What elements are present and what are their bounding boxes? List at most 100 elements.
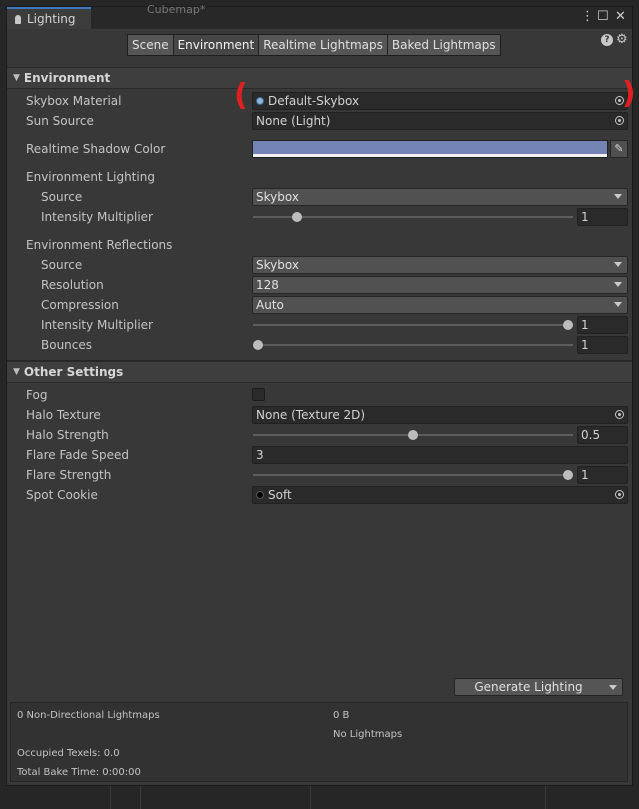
sun-source-field[interactable]: None (Light) — [252, 112, 628, 130]
tab-realtime-lightmaps[interactable]: Realtime Lightmaps — [259, 35, 388, 55]
lighting-intensity-input[interactable]: 1 — [577, 208, 628, 226]
sun-source-label: Sun Source — [26, 114, 94, 128]
foldout-arrow-icon: ▼ — [13, 73, 20, 83]
chevron-down-icon — [614, 302, 622, 307]
reflections-intensity-label: Intensity Multiplier — [41, 318, 153, 332]
spot-cookie-field[interactable]: Soft — [252, 486, 628, 504]
skybox-material-value: Default-Skybox — [268, 94, 360, 108]
tab-scene[interactable]: Scene — [128, 35, 174, 55]
lighting-window-tab[interactable]: Lighting — [7, 7, 91, 29]
flare-fade-speed-value: 3 — [256, 448, 264, 462]
annotation-right-mark: ) — [622, 76, 636, 111]
flare-strength-label: Flare Strength — [26, 468, 112, 482]
lightbulb-icon — [15, 14, 21, 24]
background-tab-label: Cubemap* — [147, 3, 206, 16]
annotation-left-mark: ( — [234, 78, 248, 113]
flare-fade-speed-input[interactable]: 3 — [252, 446, 628, 464]
compression-dropdown[interactable]: Auto — [252, 296, 628, 314]
halo-strength-label: Halo Strength — [26, 428, 109, 442]
gear-icon[interactable]: ⚙ — [616, 32, 628, 47]
spot-cookie-label: Spot Cookie — [26, 488, 98, 502]
generate-lighting-label: Generate Lighting — [474, 680, 583, 694]
compression-label: Compression — [41, 298, 119, 312]
lighting-intensity-handle[interactable] — [291, 212, 302, 222]
halo-texture-label: Halo Texture — [26, 408, 101, 422]
other-settings-section-header[interactable]: ▼ Other Settings — [7, 361, 632, 383]
window-title: Lighting — [27, 12, 76, 26]
color-swatch — [253, 141, 607, 154]
bounces-label: Bounces — [41, 338, 93, 352]
resolution-dropdown[interactable]: 128 — [252, 276, 628, 294]
lighting-tab-strip: Scene Environment Realtime Lightmaps Bak… — [127, 34, 501, 56]
non-directional-lightmaps-text: 0 Non-Directional Lightmaps — [17, 710, 160, 721]
reflections-source-value: Skybox — [256, 258, 299, 272]
foldout-arrow-icon: ▼ — [13, 367, 20, 377]
halo-strength-input[interactable]: 0.5 — [577, 426, 628, 444]
flare-fade-speed-label: Flare Fade Speed — [26, 448, 130, 462]
object-picker-icon[interactable] — [615, 490, 624, 499]
skybox-material-field[interactable]: Default-Skybox — [252, 92, 628, 110]
reflections-intensity-input[interactable]: 1 — [577, 316, 628, 334]
skybox-material-label: Skybox Material — [26, 94, 122, 108]
lighting-intensity-value: 1 — [581, 210, 589, 224]
maximize-icon[interactable]: ☐ — [597, 9, 609, 24]
fog-checkbox[interactable] — [252, 388, 265, 401]
reflections-intensity-slider[interactable] — [253, 324, 573, 326]
no-lightmaps-text: No Lightmaps — [333, 729, 403, 740]
section-title: Other Settings — [23, 365, 124, 379]
lighting-source-value: Skybox — [256, 190, 299, 204]
close-icon[interactable]: ✕ — [615, 9, 626, 24]
window-tab-bar: Lighting Cubemap* ⋮ ☐ ✕ — [7, 3, 632, 29]
bounces-slider[interactable] — [253, 344, 573, 346]
lighting-intensity-label: Intensity Multiplier — [41, 210, 153, 224]
reflections-source-label: Source — [41, 258, 83, 272]
kebab-menu-icon[interactable]: ⋮ — [581, 9, 594, 24]
flare-strength-slider[interactable] — [253, 474, 573, 476]
halo-texture-field[interactable]: None (Texture 2D) — [252, 406, 628, 424]
help-icon[interactable]: ? — [601, 34, 613, 46]
bounces-input[interactable]: 1 — [577, 336, 628, 354]
chevron-down-icon — [614, 282, 622, 287]
lighting-window: Lighting Cubemap* ⋮ ☐ ✕ Scene Environmen… — [6, 3, 633, 786]
fog-label: Fog — [26, 388, 48, 402]
flare-strength-value: 1 — [581, 468, 589, 482]
chevron-down-icon[interactable] — [604, 679, 622, 695]
realtime-shadow-color-field[interactable] — [252, 140, 608, 158]
spot-cookie-value: Soft — [268, 488, 292, 502]
realtime-shadow-color-label: Realtime Shadow Color — [26, 142, 166, 156]
flare-strength-handle[interactable] — [563, 470, 573, 480]
flare-strength-input[interactable]: 1 — [577, 466, 628, 484]
environment-section-header[interactable]: ▼ Environment — [7, 67, 632, 89]
resolution-value: 128 — [256, 278, 279, 292]
material-icon — [256, 97, 264, 105]
object-picker-icon[interactable] — [615, 116, 624, 125]
lightmap-size-text: 0 B — [333, 710, 350, 721]
lighting-source-dropdown[interactable]: Skybox — [252, 188, 628, 206]
sun-source-value: None (Light) — [256, 114, 331, 128]
section-title: Environment — [23, 71, 111, 85]
environment-reflections-label: Environment Reflections — [26, 238, 173, 252]
tab-baked-lightmaps[interactable]: Baked Lightmaps — [387, 35, 500, 55]
eyedropper-icon[interactable]: ✎ — [610, 140, 628, 158]
lightmap-stats-panel: 0 Non-Directional Lightmaps 0 B No Light… — [10, 702, 628, 782]
chevron-down-icon — [614, 262, 622, 267]
total-bake-time-text: Total Bake Time: 0:00:00 — [17, 767, 141, 778]
resolution-label: Resolution — [41, 278, 104, 292]
halo-strength-handle[interactable] — [408, 430, 418, 440]
occupied-texels-text: Occupied Texels: 0.0 — [17, 748, 120, 759]
environment-lighting-label: Environment Lighting — [26, 170, 155, 184]
texture-icon — [256, 491, 264, 499]
bounces-value: 1 — [581, 338, 589, 352]
halo-texture-value: None (Texture 2D) — [256, 408, 366, 422]
reflections-source-dropdown[interactable]: Skybox — [252, 256, 628, 274]
object-picker-icon[interactable] — [615, 410, 624, 419]
bounces-handle[interactable] — [253, 340, 263, 350]
compression-value: Auto — [256, 298, 284, 312]
tab-environment[interactable]: Environment — [173, 35, 260, 55]
halo-strength-value: 0.5 — [581, 428, 601, 442]
reflections-intensity-value: 1 — [581, 318, 589, 332]
generate-lighting-button[interactable]: Generate Lighting — [454, 678, 623, 696]
lighting-source-label: Source — [41, 190, 83, 204]
chevron-down-icon — [614, 194, 622, 199]
reflections-intensity-handle[interactable] — [563, 320, 573, 330]
